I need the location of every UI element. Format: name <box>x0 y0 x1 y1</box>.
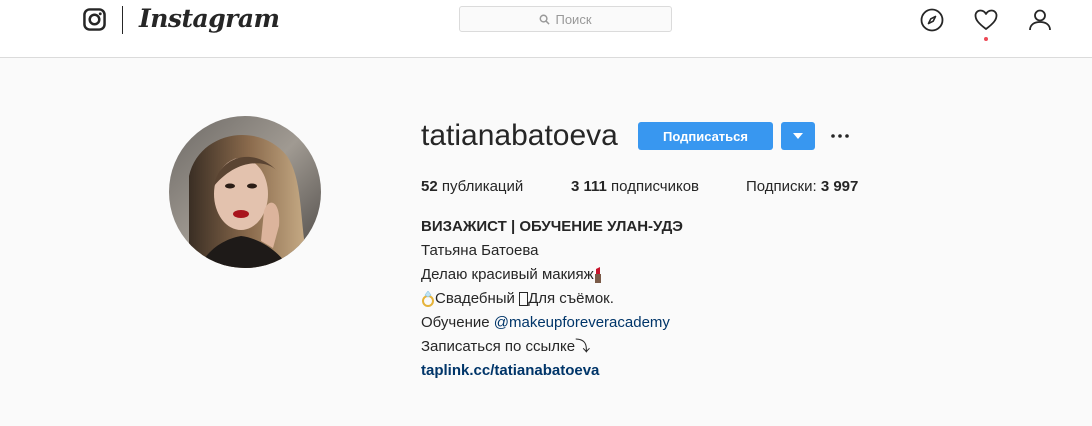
lipstick-emoji-icon <box>594 267 601 284</box>
caret-down-icon <box>793 133 803 139</box>
followers-stat[interactable]: 3 111 подписчиков <box>571 178 699 195</box>
bio-line-1-text: Делаю красивый макияж <box>421 266 594 283</box>
bio-line-1: Делаю красивый макияж <box>421 263 683 287</box>
following-count: 3 997 <box>820 178 859 195</box>
ring-emoji-icon <box>422 291 434 308</box>
instagram-wordmark[interactable]: Instagram <box>139 4 280 33</box>
posts-count-stat: 52 публикаций <box>421 178 523 195</box>
profile-avatar[interactable] <box>169 116 321 268</box>
bio-line-2: Свадебный Для съёмок. <box>421 287 683 311</box>
search-placeholder: Поиск <box>555 11 592 27</box>
following-label: Подписки: <box>746 178 821 195</box>
notification-dot <box>984 37 988 41</box>
bio-line-3-prefix: Обучение <box>421 314 494 331</box>
profile-user-icon[interactable] <box>1028 8 1052 32</box>
search-icon <box>540 14 551 25</box>
posts-label: публикаций <box>437 178 524 195</box>
compass-explore-icon[interactable] <box>920 8 944 32</box>
bio-mention-link[interactable]: @makeupforeveracademy <box>494 314 670 331</box>
profile-username: tatianabatoeva <box>421 119 618 152</box>
instagram-camera-icon[interactable] <box>83 8 106 31</box>
search-input[interactable]: Поиск <box>459 6 672 32</box>
profile-website-link[interactable]: taplink.cc/tatianabatoeva <box>421 359 683 383</box>
bio-section: ВИЗАЖИСТ | ОБУЧЕНИЕ УЛАН-УДЭ Татьяна Бат… <box>421 215 683 383</box>
bio-line-2b-text: Для съёмок. <box>528 290 614 307</box>
followers-count: 3 111 <box>571 178 607 195</box>
bio-full-name: Татьяна Батоева <box>421 242 539 259</box>
more-options-icon[interactable] <box>830 126 850 146</box>
logo-divider <box>122 6 123 34</box>
bio-line-4: Записаться по ссылке⤵ <box>421 338 591 355</box>
bio-title: ВИЗАЖИСТ | ОБУЧЕНИЕ УЛАН-УДЭ <box>421 218 683 235</box>
bio-line-2-text: Свадебный <box>435 290 520 307</box>
following-stat[interactable]: Подписки: 3 997 <box>746 178 858 195</box>
followers-label: подписчиков <box>606 178 700 195</box>
bio-line-3: Обучение @makeupforeveracademy <box>421 311 683 335</box>
posts-count: 52 <box>421 178 438 195</box>
suggestions-dropdown-button[interactable] <box>781 122 815 150</box>
follow-button[interactable]: Подписаться <box>638 122 773 150</box>
missing-glyph-icon <box>519 292 529 307</box>
top-navigation-bar: Instagram Поиск <box>0 0 1092 58</box>
heart-activity-icon[interactable] <box>974 8 998 32</box>
